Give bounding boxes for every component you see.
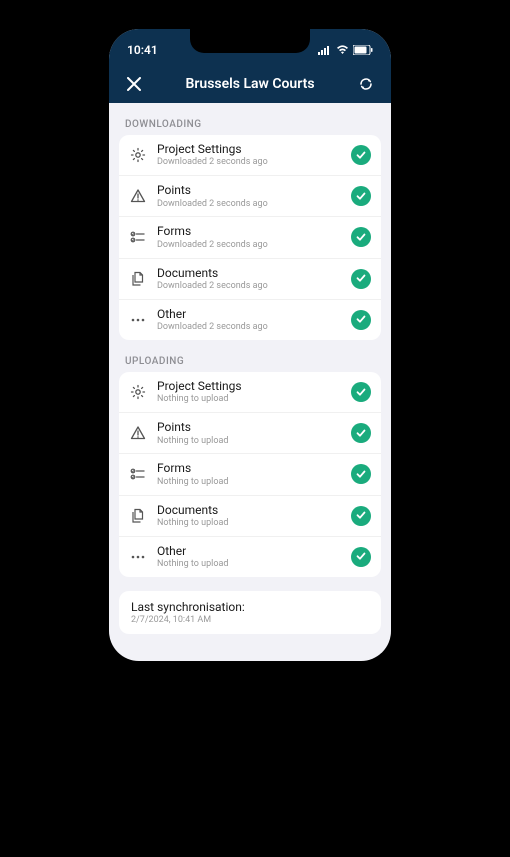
signal-icon bbox=[318, 45, 332, 55]
uploading-row[interactable]: DocumentsNothing to upload bbox=[119, 496, 381, 537]
check-icon bbox=[355, 269, 367, 288]
checklist-icon bbox=[129, 228, 147, 246]
sync-date: 2/7/2024, 10:41 AM bbox=[131, 615, 369, 625]
row-title: Forms bbox=[157, 461, 341, 475]
row-title: Other bbox=[157, 307, 341, 321]
check-icon bbox=[355, 228, 367, 247]
more-icon bbox=[129, 311, 147, 329]
documents-icon bbox=[129, 507, 147, 525]
downloading-row[interactable]: Project SettingsDownloaded 2 seconds ago bbox=[119, 135, 381, 176]
row-subtitle: Nothing to upload bbox=[157, 518, 341, 529]
success-badge bbox=[351, 464, 371, 484]
downloading-row[interactable]: Points Downloaded 2 seconds ago bbox=[119, 176, 381, 217]
row-title: Forms bbox=[157, 224, 341, 238]
row-title: Documents bbox=[157, 266, 341, 280]
row-subtitle: Nothing to upload bbox=[157, 559, 341, 570]
check-icon bbox=[355, 506, 367, 525]
notch bbox=[190, 29, 310, 53]
close-button[interactable] bbox=[123, 73, 145, 95]
row-subtitle: Downloaded 2 seconds ago bbox=[157, 157, 341, 168]
sync-info: Last synchronisation: 2/7/2024, 10:41 AM bbox=[119, 591, 381, 634]
downloading-row[interactable]: DocumentsDownloaded 2 seconds ago bbox=[119, 259, 381, 300]
checklist-icon bbox=[129, 465, 147, 483]
status-time: 10:41 bbox=[127, 43, 158, 57]
row-title: Points bbox=[157, 183, 341, 197]
check-icon bbox=[355, 310, 367, 329]
row-title: Points bbox=[157, 420, 341, 434]
close-icon bbox=[127, 77, 141, 91]
screen: 10:41 Brussels Law Courts DOWNLOADING Pr… bbox=[109, 29, 391, 661]
success-badge bbox=[351, 547, 371, 567]
check-icon bbox=[355, 187, 367, 206]
row-title: Project Settings bbox=[157, 142, 341, 156]
uploading-header: UPLOADING bbox=[119, 350, 381, 372]
check-icon bbox=[355, 547, 367, 566]
gear-icon bbox=[129, 146, 147, 164]
sync-title: Last synchronisation: bbox=[131, 600, 369, 614]
success-badge bbox=[351, 145, 371, 165]
check-icon bbox=[355, 383, 367, 402]
check-icon bbox=[355, 146, 367, 165]
content[interactable]: DOWNLOADING Project SettingsDownloaded 2… bbox=[109, 103, 391, 661]
page-title: Brussels Law Courts bbox=[145, 76, 355, 92]
wifi-icon bbox=[336, 45, 349, 55]
downloading-header: DOWNLOADING bbox=[119, 113, 381, 135]
row-subtitle: Downloaded 2 seconds ago bbox=[157, 240, 341, 251]
downloading-row[interactable]: Forms Downloaded 2 seconds ago bbox=[119, 217, 381, 258]
check-icon bbox=[355, 465, 367, 484]
row-title: Documents bbox=[157, 503, 341, 517]
downloading-row[interactable]: OtherDownloaded 2 seconds ago bbox=[119, 300, 381, 340]
success-badge bbox=[351, 382, 371, 402]
nav-bar: Brussels Law Courts bbox=[109, 65, 391, 103]
uploading-section: Project SettingsNothing to uploadPointsN… bbox=[119, 372, 381, 577]
sync-icon bbox=[358, 76, 374, 92]
success-badge bbox=[351, 186, 371, 206]
row-subtitle: Nothing to upload bbox=[157, 436, 341, 447]
check-icon bbox=[355, 424, 367, 443]
row-subtitle: Downloaded 2 seconds ago bbox=[157, 322, 341, 333]
row-subtitle: Downloaded 2 seconds ago bbox=[157, 199, 341, 210]
uploading-row[interactable]: Forms Nothing to upload bbox=[119, 454, 381, 495]
gear-icon bbox=[129, 383, 147, 401]
success-badge bbox=[351, 506, 371, 526]
success-badge bbox=[351, 269, 371, 289]
downloading-section: Project SettingsDownloaded 2 seconds ago… bbox=[119, 135, 381, 340]
battery-icon bbox=[353, 45, 373, 55]
row-title: Other bbox=[157, 544, 341, 558]
success-badge bbox=[351, 227, 371, 247]
phone-frame: 10:41 Brussels Law Courts DOWNLOADING Pr… bbox=[95, 15, 405, 675]
row-subtitle: Downloaded 2 seconds ago bbox=[157, 281, 341, 292]
success-badge bbox=[351, 310, 371, 330]
row-subtitle: Nothing to upload bbox=[157, 394, 341, 405]
row-subtitle: Nothing to upload bbox=[157, 477, 341, 488]
uploading-row[interactable]: OtherNothing to upload bbox=[119, 537, 381, 577]
uploading-row[interactable]: Project SettingsNothing to upload bbox=[119, 372, 381, 413]
row-title: Project Settings bbox=[157, 379, 341, 393]
warning-icon bbox=[129, 424, 147, 442]
warning-icon bbox=[129, 187, 147, 205]
uploading-row[interactable]: Points Nothing to upload bbox=[119, 413, 381, 454]
more-icon bbox=[129, 548, 147, 566]
sync-button[interactable] bbox=[355, 73, 377, 95]
documents-icon bbox=[129, 270, 147, 288]
success-badge bbox=[351, 423, 371, 443]
